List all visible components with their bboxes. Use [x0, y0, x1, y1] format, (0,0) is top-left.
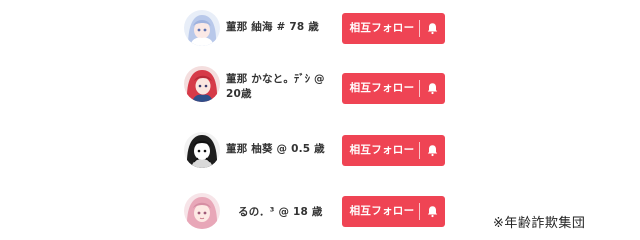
- mutual-follow-button[interactable]: 相互フォロー: [342, 135, 445, 166]
- bell-icon[interactable]: [426, 22, 439, 35]
- avatar-anime-girl-blue-hair-icon: [184, 10, 220, 46]
- bell-icon[interactable]: [426, 144, 439, 157]
- user-avatar[interactable]: [184, 10, 220, 46]
- user-avatar[interactable]: [184, 132, 220, 168]
- caption-text: ※年齢詐欺集団: [493, 216, 586, 231]
- follow-button-label: 相互フォロー: [349, 205, 415, 217]
- avatar-anime-girl-red-hair-icon: [184, 66, 220, 102]
- mutual-follow-button[interactable]: 相互フォロー: [342, 73, 445, 104]
- user-avatar[interactable]: [184, 66, 220, 102]
- user-avatar[interactable]: [184, 193, 220, 229]
- follow-button-label: 相互フォロー: [349, 22, 415, 34]
- list-item: 菫那 柚葵 @ 0.5 歳 相互フォロー: [0, 128, 640, 172]
- avatar-manga-girl-monochrome-icon: [184, 132, 220, 168]
- avatar-anime-girl-pink-hair-icon: [184, 193, 220, 229]
- button-divider: [419, 142, 420, 159]
- mutual-follow-button[interactable]: 相互フォロー: [342, 13, 445, 44]
- user-name[interactable]: るの．³ @ 18 歳: [238, 205, 346, 220]
- button-divider: [419, 20, 420, 37]
- user-name[interactable]: 菫那 かなと。ﾃﾞｼ @ 20歳: [226, 72, 334, 102]
- button-divider: [419, 80, 420, 97]
- user-name[interactable]: 菫那 柚葵 @ 0.5 歳: [226, 142, 334, 157]
- follow-button-label: 相互フォロー: [349, 82, 415, 94]
- user-name[interactable]: 菫那 紬海 # 78 歳: [226, 20, 334, 35]
- list-item: 菫那 かなと。ﾃﾞｼ @ 20歳 相互フォロー: [0, 66, 640, 110]
- bell-icon[interactable]: [426, 205, 439, 218]
- follow-button-label: 相互フォロー: [349, 144, 415, 156]
- mutual-follow-button[interactable]: 相互フォロー: [342, 196, 445, 227]
- bell-icon[interactable]: [426, 82, 439, 95]
- follow-list: 菫那 紬海 # 78 歳 相互フォロー 菫那 かなと。ﾃﾞｼ @ 20歳 相互フ…: [0, 0, 640, 240]
- button-divider: [419, 203, 420, 220]
- list-item: 菫那 紬海 # 78 歳 相互フォロー: [0, 6, 640, 50]
